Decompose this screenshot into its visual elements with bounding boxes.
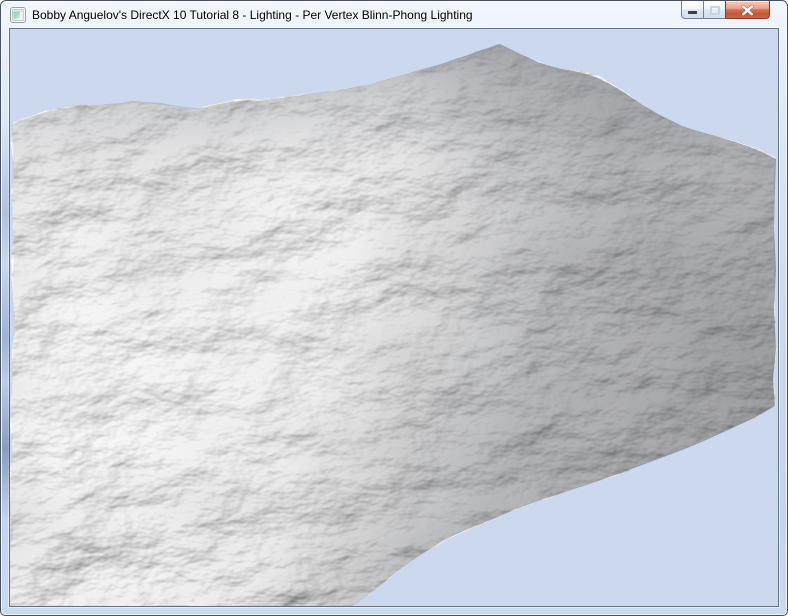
render-viewport[interactable] [9,28,779,607]
window-title: Bobby Anguelov's DirectX 10 Tutorial 8 -… [32,8,473,22]
titlebar[interactable]: Bobby Anguelov's DirectX 10 Tutorial 8 -… [1,1,787,28]
minimize-button[interactable] [681,1,704,19]
close-icon [741,5,754,16]
minimize-icon [688,11,697,14]
app-window: Bobby Anguelov's DirectX 10 Tutorial 8 -… [0,0,788,616]
maximize-icon [710,6,720,15]
terrain-render [10,29,778,606]
close-button[interactable] [725,1,770,19]
app-icon [10,7,26,23]
maximize-button[interactable] [703,1,726,19]
caption-buttons [681,1,770,19]
screenshot-stage: Bobby Anguelov's DirectX 10 Tutorial 8 -… [0,0,788,616]
